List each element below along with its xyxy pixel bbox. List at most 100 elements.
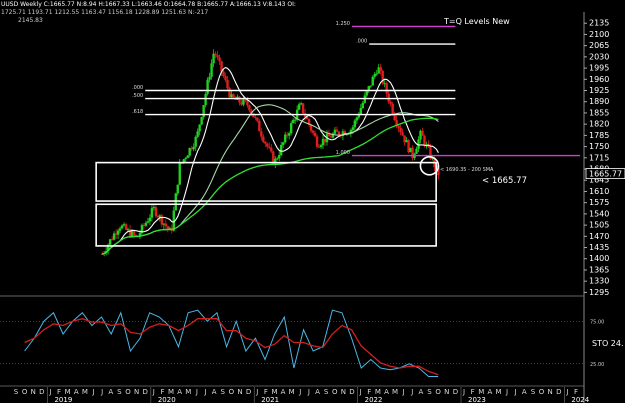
candle-body [260, 131, 263, 137]
month-label: J [195, 388, 198, 396]
candle-body [150, 208, 154, 218]
price-panel: 2135 2100 2065 2030 1995 1960 1925 1890 1855 1820… [0, 12, 625, 403]
price-axis-label: 2065 [589, 41, 609, 50]
stochastic-panel: 25.00 75.00 STO 24. [0, 309, 624, 377]
candle-body [124, 224, 128, 230]
month-label: M [65, 388, 71, 396]
price-axis-label: 1820 [589, 120, 609, 129]
candle-body [164, 223, 168, 227]
price-axis-label: 1610 [589, 187, 609, 196]
price-axis-label: 1715 [589, 153, 609, 162]
candle-body [282, 142, 285, 145]
candle-body [248, 105, 251, 111]
candle-body [218, 57, 221, 62]
month-label: J [402, 388, 405, 396]
month-label: J [203, 388, 206, 396]
price-annotation: < 1665.77 [482, 176, 527, 186]
month-label: F [574, 388, 578, 396]
month-label: N [548, 388, 553, 396]
candle-body [192, 146, 195, 150]
month-label: O [539, 388, 545, 396]
month-label: D [143, 388, 148, 396]
month-label: A [281, 388, 286, 396]
price-axis-label: 1575 [589, 198, 609, 207]
candle-body [311, 130, 315, 133]
month-label: A [212, 388, 217, 396]
month-label: M [289, 388, 295, 396]
month-label: M [375, 388, 381, 396]
candle-body [385, 83, 388, 94]
month-label: O [435, 388, 441, 396]
month-label: S [427, 388, 432, 396]
month-label: M [82, 388, 88, 396]
candle-body [266, 143, 269, 147]
candle-body [244, 99, 247, 101]
month-label: D [453, 388, 458, 396]
candle-body [379, 67, 382, 71]
candle-body [264, 141, 267, 144]
month-label: A [177, 388, 182, 396]
month-label: J [48, 388, 51, 396]
candle-body [160, 215, 164, 225]
candle-body [355, 117, 359, 121]
candle-body [287, 133, 291, 136]
month-label: A [315, 388, 320, 396]
candle-body [389, 101, 392, 104]
month-label: J [410, 388, 413, 396]
price-axis-label: 2100 [589, 30, 609, 39]
candle-body [232, 94, 235, 98]
price-axis-label: 1435 [589, 243, 609, 252]
candle-body [375, 73, 378, 75]
candle-body [369, 85, 372, 87]
month-label: O [229, 388, 235, 396]
month-label: J [359, 388, 362, 396]
price-axis-label: 1365 [589, 265, 609, 274]
stoch-d-line [24, 318, 439, 376]
candle-body [258, 120, 261, 132]
stoch-axis-label: 75.00 [590, 319, 604, 325]
candle-body [351, 127, 355, 131]
month-label: F [160, 388, 164, 396]
candle-body [297, 104, 301, 110]
candle-body [120, 225, 124, 229]
candle-body [353, 120, 357, 128]
price-axis-label: 1785 [589, 131, 609, 140]
support-box [95, 203, 437, 247]
price-axis-label: 1925 [589, 86, 609, 95]
candle-body [176, 184, 179, 194]
candle-body [399, 127, 402, 133]
price-axis-label: 1330 [589, 277, 609, 286]
month-label: N [237, 388, 242, 396]
candle-body [222, 71, 225, 77]
candle-body [214, 53, 217, 56]
sma-annotation: < 1690.35 - 200 SMA [440, 167, 494, 173]
fib-level-label: .000 [132, 85, 143, 91]
candle-body [116, 230, 120, 235]
candle-body [216, 55, 219, 58]
year-label: 2019 [54, 396, 72, 403]
candle-body [256, 117, 259, 121]
price-axis-label: 1750 [589, 142, 609, 151]
candle-body [224, 76, 227, 80]
candle-body [415, 148, 418, 154]
month-label: J [505, 388, 508, 396]
year-label: 2024 [571, 396, 589, 403]
candle-body [204, 93, 207, 106]
price-axis-label: 2030 [589, 52, 609, 61]
month-label: A [108, 388, 113, 396]
candle-body [421, 130, 424, 136]
month-label: A [384, 388, 389, 396]
month-label: J [565, 388, 568, 396]
month-label: M [168, 388, 174, 396]
month-label: S [324, 388, 329, 396]
candle-body [210, 63, 213, 77]
candle-body [132, 231, 136, 236]
month-label: J [91, 388, 94, 396]
current-price-axis-label: 1665.77 [589, 170, 622, 179]
candle-body [144, 222, 148, 226]
month-label: N [341, 388, 346, 396]
price-axis-label: 1400 [589, 254, 609, 263]
price-axis-label: 1540 [589, 209, 609, 218]
year-label: 2023 [468, 396, 486, 403]
price-axis-label: 2135 [589, 19, 609, 28]
